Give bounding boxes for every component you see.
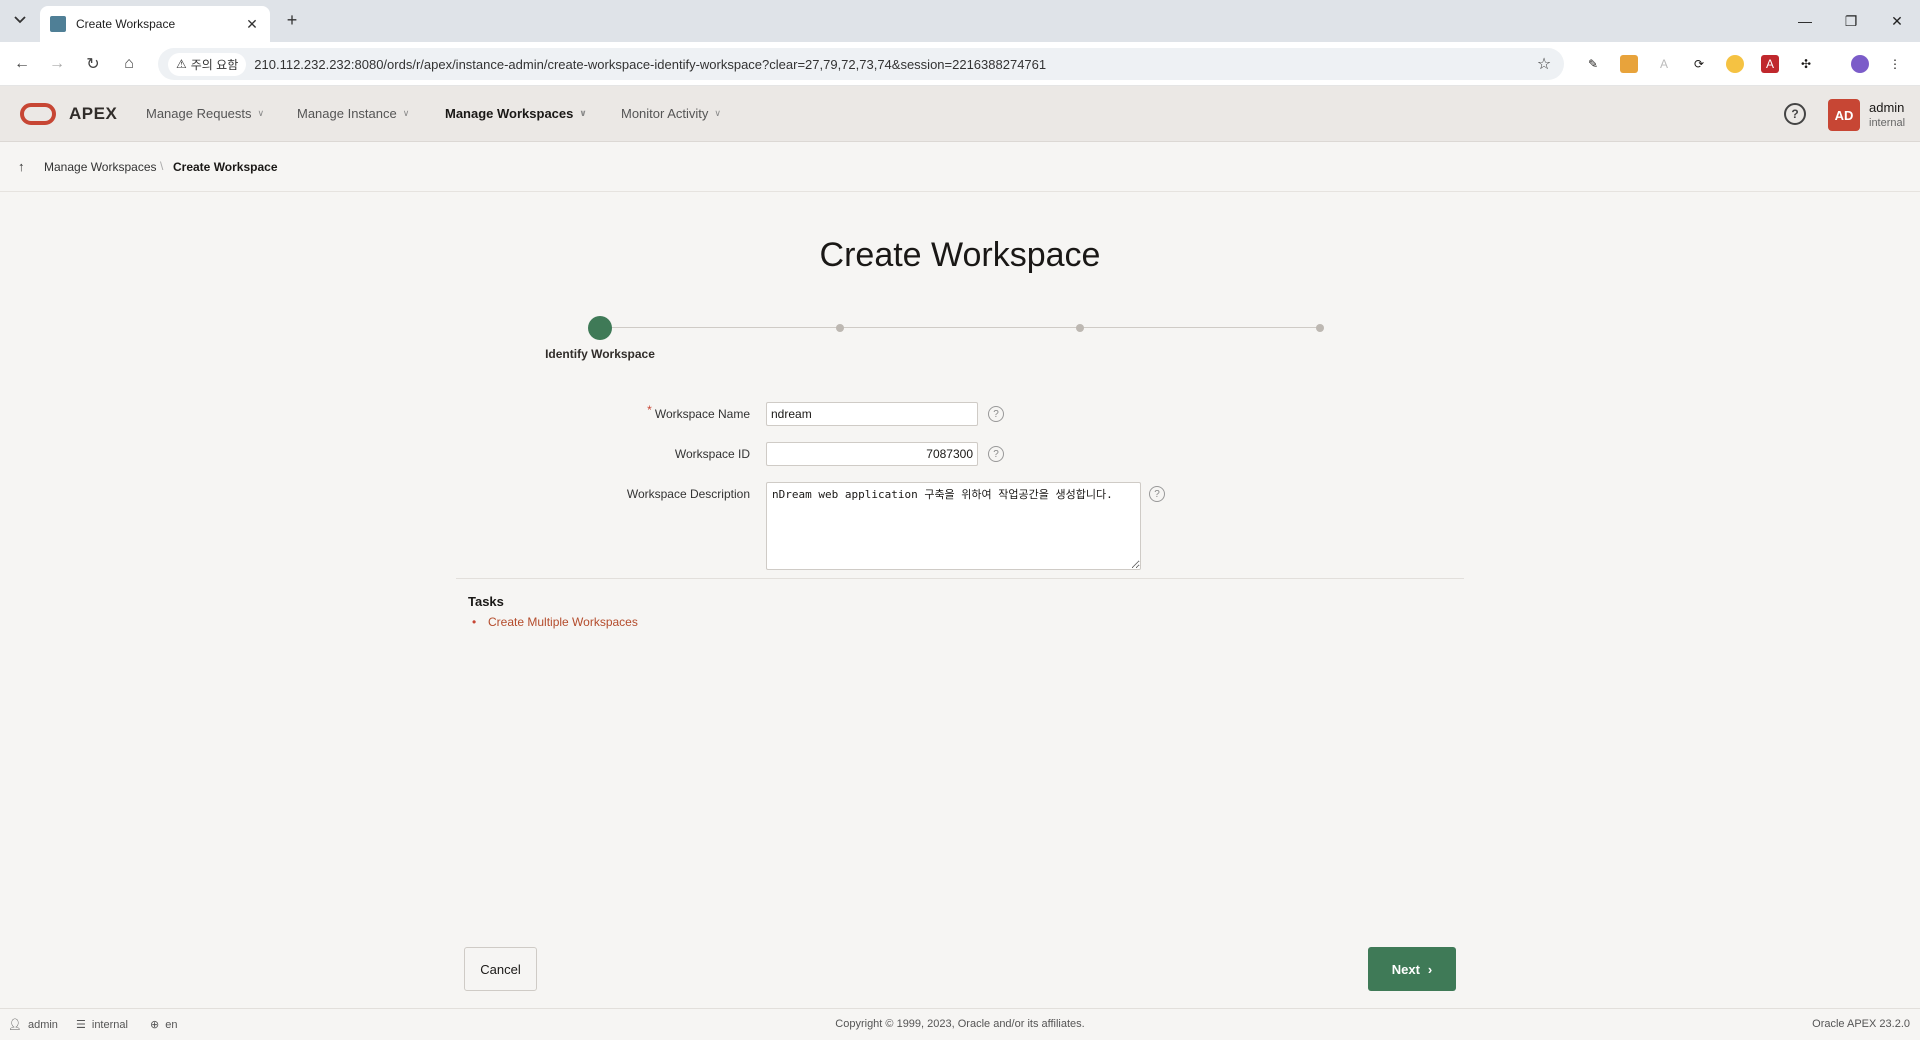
minimize-icon[interactable]: —: [1792, 8, 1818, 34]
refresh-extension-icon[interactable]: ⟳: [1690, 55, 1708, 73]
url-text[interactable]: 210.112.232.232:8080/ords/r/apex/instanc…: [254, 57, 1534, 72]
chevron-down-icon: ∨: [579, 108, 587, 118]
required-asterisk: *: [647, 403, 652, 417]
bookmark-star-icon[interactable]: ☆: [1534, 54, 1554, 74]
menu-manage-instance[interactable]: Manage Instance ∨: [297, 106, 409, 121]
next-button[interactable]: Next ›: [1368, 947, 1456, 991]
browser-tab-bar: Create Workspace ✕ + — ❐ ✕: [0, 0, 1920, 42]
extensions-puzzle-icon[interactable]: ✣: [1797, 55, 1815, 73]
wizard-step-3: [1076, 324, 1084, 332]
chevron-right-icon: ›: [1427, 961, 1433, 977]
eyedropper-extension-icon[interactable]: ✎: [1584, 55, 1602, 73]
breadcrumb-current: Create Workspace: [173, 160, 278, 174]
menu-manage-workspaces[interactable]: Manage Workspaces ∨: [445, 106, 587, 121]
apex-favicon-icon: [50, 16, 66, 32]
browser-menu-icon[interactable]: ⋮: [1886, 55, 1904, 73]
window-close-icon[interactable]: ✕: [1884, 8, 1910, 34]
browser-toolbar: ← → ↻ ⌂ ⚠ 주의 요함 210.112.232.232:8080/ord…: [0, 42, 1920, 86]
menu-label: Manage Instance: [297, 106, 397, 121]
create-multiple-workspaces-link[interactable]: Create Multiple Workspaces: [488, 615, 638, 629]
warning-triangle-icon: ⚠: [176, 57, 187, 71]
workspace-id-label: Workspace ID: [674, 447, 750, 461]
breadcrumb: ↑ Manage Workspaces \ Create Workspace: [0, 142, 1920, 192]
workspace-name-input[interactable]: [766, 402, 978, 426]
apex-app-name[interactable]: APEX: [69, 104, 117, 124]
footer-copyright: Copyright © 1999, 2023, Oracle and/or it…: [835, 1018, 1085, 1030]
menu-label: Manage Requests: [146, 106, 252, 121]
tab-list-chevron-icon[interactable]: [10, 10, 30, 30]
reload-icon[interactable]: ↻: [81, 52, 105, 76]
footer: 👤︎ admin ☰ internal ⊕ en Copyright © 199…: [0, 1008, 1920, 1040]
address-bar[interactable]: ⚠ 주의 요함 210.112.232.232:8080/ords/r/apex…: [158, 48, 1564, 80]
home-icon[interactable]: ⌂: [117, 52, 141, 76]
tasks-heading: Tasks: [468, 594, 504, 609]
next-button-label: Next: [1391, 961, 1420, 977]
page-title: Create Workspace: [819, 236, 1101, 274]
restore-icon[interactable]: ❐: [1838, 8, 1864, 34]
security-warning-text: 주의 요함: [190, 57, 239, 72]
close-tab-icon[interactable]: ✕: [244, 16, 260, 32]
oracle-logo-icon[interactable]: [20, 103, 56, 125]
workspace-name-label: * Workspace Name: [647, 403, 750, 421]
forward-arrow-icon[interactable]: →: [45, 52, 69, 76]
workspace-id-input[interactable]: [766, 442, 978, 466]
workspace-description-textarea[interactable]: nDream web application 구축을 위하여 작업공간을 생성합…: [766, 482, 1141, 570]
tab-title: Create Workspace: [76, 17, 176, 31]
user-workspace: internal: [1869, 117, 1906, 129]
wizard-step-4: [1316, 324, 1324, 332]
new-tab-plus-icon[interactable]: +: [282, 10, 302, 30]
breadcrumb-parent-link[interactable]: Manage Workspaces: [44, 160, 157, 174]
menu-label: Manage Workspaces: [445, 106, 574, 121]
workspace-description-label: Workspace Description: [626, 487, 750, 501]
help-question-icon[interactable]: ?: [988, 406, 1004, 422]
help-question-icon[interactable]: ?: [988, 446, 1004, 462]
wizard-step-label: Identify Workspace: [545, 347, 655, 361]
avatar[interactable]: AD: [1828, 99, 1860, 131]
up-arrow-icon[interactable]: ↑: [18, 159, 25, 174]
chevron-down-icon: ∨: [714, 108, 722, 118]
menu-manage-requests[interactable]: Manage Requests ∨: [146, 106, 264, 121]
pdf-extension-icon[interactable]: A: [1761, 55, 1779, 73]
breadcrumb-separator: \: [160, 159, 164, 173]
wizard-step-2: [836, 324, 844, 332]
notes-extension-icon[interactable]: [1620, 55, 1638, 73]
cancel-button[interactable]: Cancel: [464, 947, 537, 991]
help-icon[interactable]: ?: [1784, 103, 1806, 125]
chevron-down-icon: ∨: [257, 108, 265, 118]
section-divider: [456, 578, 1464, 579]
profile-icon[interactable]: [1851, 55, 1869, 73]
wizard-step-1-active: [588, 316, 612, 340]
user-name[interactable]: admin: [1869, 100, 1904, 115]
browser-tab[interactable]: Create Workspace ✕: [40, 6, 270, 42]
apex-header: APEX Manage Requests ∨ Manage Instance ∨…: [0, 86, 1920, 142]
back-arrow-icon[interactable]: ←: [10, 52, 34, 76]
wizard-progress-line: [600, 327, 1320, 328]
weather-extension-icon[interactable]: [1726, 55, 1744, 73]
bullet: •: [472, 615, 477, 629]
security-warning-chip[interactable]: ⚠ 주의 요함: [168, 52, 247, 76]
footer-version: Oracle APEX 23.2.0: [1812, 1018, 1910, 1030]
menu-label: Monitor Activity: [621, 106, 709, 121]
menu-monitor-activity[interactable]: Monitor Activity ∨: [621, 106, 721, 121]
font-extension-icon[interactable]: A: [1655, 55, 1673, 73]
chevron-down-icon: ∨: [402, 108, 410, 118]
help-question-icon[interactable]: ?: [1149, 486, 1165, 502]
